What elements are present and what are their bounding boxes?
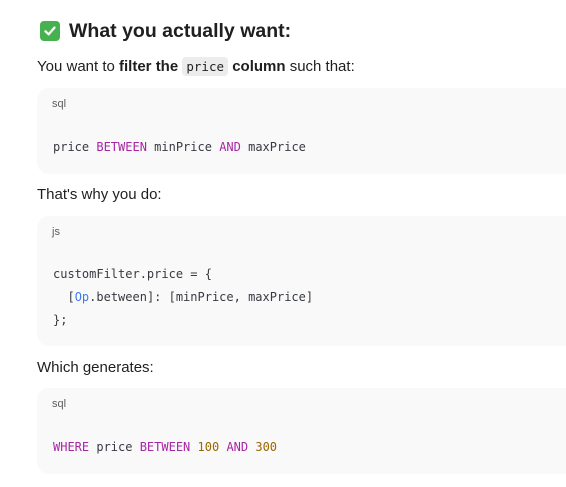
code-keyword: WHERE (53, 440, 90, 454)
code-keyword: BETWEEN (96, 140, 147, 154)
code-block-sql-result[interactable]: sql WHERE price BETWEEN 100 AND 300 (37, 388, 566, 474)
code-token: price (53, 140, 97, 154)
code-language-label: sql (52, 398, 67, 410)
intro-text-end: such that: (285, 58, 355, 75)
code-keyword: BETWEEN (139, 440, 191, 454)
code-block-js-filter[interactable]: js customFilter.price = { [Op.between]: … (37, 216, 566, 346)
section-heading: What you actually want: (37, 19, 291, 43)
code-token: .between]: [minPrice, maxPrice] (89, 290, 314, 304)
intro-text-start: You want to (37, 58, 120, 75)
code-body: price BETWEEN minPrice AND maxPrice (53, 136, 306, 159)
check-mark-icon (40, 21, 60, 41)
inline-code-price: price (182, 57, 229, 76)
intro-bold-filter: filter the (119, 58, 179, 75)
code-builtin: Op (74, 290, 90, 304)
code-number: 300 (255, 440, 278, 454)
explanation-paragraph: That's why you do: (37, 186, 162, 203)
result-paragraph: Which generates: (37, 359, 154, 376)
code-language-label: sql (52, 98, 67, 110)
code-token: minPrice (146, 140, 220, 154)
code-block-sql-condition[interactable]: sql price BETWEEN minPrice AND maxPrice (37, 88, 566, 174)
code-keyword: AND (226, 440, 249, 454)
code-token: [ (53, 290, 75, 304)
intro-bold-column: column (232, 58, 286, 75)
heading-text: What you actually want: (69, 19, 292, 42)
code-body: WHERE price BETWEEN 100 AND 300 (53, 436, 277, 459)
code-line: customFilter.price = { (53, 267, 212, 281)
code-language-label: js (52, 226, 60, 238)
code-token: price (89, 440, 140, 454)
code-line: }; (53, 313, 68, 327)
code-token: maxPrice (240, 140, 306, 154)
code-number: 100 (197, 440, 220, 454)
intro-paragraph: You want to filter the price column such… (37, 57, 355, 77)
code-keyword: AND (219, 140, 241, 154)
code-body: customFilter.price = { [Op.between]: [mi… (53, 263, 313, 332)
